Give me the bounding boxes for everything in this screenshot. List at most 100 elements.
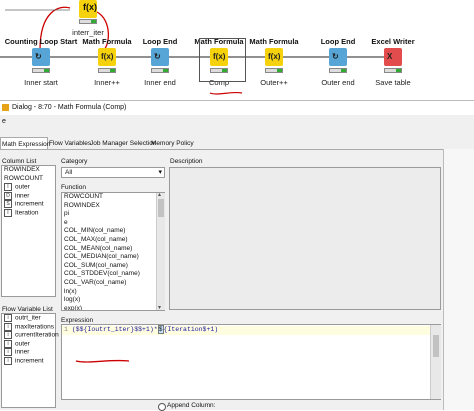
tab-label: Math Expression [2,141,51,148]
list-item[interactable]: i inner [2,348,55,357]
node-title: Loop End [142,37,178,46]
workflow-canvas[interactable]: f(x) interr_iter Counting Loop Start ↻ Inn… [0,0,474,100]
node-title: Math Formula [82,37,132,46]
math-formula-node-icon[interactable]: f(x) [79,0,97,18]
type-badge-icon: i [4,322,12,331]
node-status-light [265,68,283,73]
list-item[interactable]: Dinner [2,191,55,201]
tab-flow-variables[interactable]: Flow Variables [49,140,91,147]
node-icon[interactable]: f(x) [265,48,283,66]
list-item[interactable]: COL_MEAN(col_name) [62,245,164,254]
node-icon[interactable]: ↻ [151,48,169,66]
scroll-down-icon[interactable]: ▾ [158,304,161,311]
status-ok-dot [341,69,346,72]
dialog-title: Dialog - 8:70 - Math Formula (Comp) [12,104,127,111]
scrollbar-thumb[interactable] [433,335,439,357]
function-list[interactable]: ROWCOUNT ROWINDEX pi e COL_MIN(col_name) COL_… [61,192,165,311]
node-label[interactable]: Outer end [321,78,354,87]
expression-text[interactable]: 1 ($${Ioutrt_iter}$$+1)*${Iteration$+1) [64,325,218,334]
description-panel [169,167,441,310]
scrollbar-thumb[interactable] [158,199,164,217]
status-ok-dot [163,69,168,72]
node-status-light [98,68,116,73]
menu-file[interactable]: e [2,118,6,125]
type-badge-icon: I [4,208,12,217]
list-item[interactable]: COL_MAX(col_name) [62,236,164,245]
type-badge-icon: I [4,183,12,192]
list-item[interactable]: Sincrement [2,200,55,209]
type-badge-icon: i [4,339,12,348]
expression-label: Expression [61,317,94,324]
list-item-label: currentIteration [15,331,59,339]
list-item[interactable]: exp(x) [62,305,164,310]
type-badge-icon: i [4,348,12,357]
function-icon: f(x) [268,52,281,61]
node-icon[interactable]: ↻ [329,48,347,66]
column-list[interactable]: ROWINDEX ROWCOUNT Iouter Dinner Sincrement I I… [1,165,56,297]
loop-icon: ↻ [35,52,42,61]
expression-editor[interactable]: 1 ($${Ioutrt_iter}$$+1)*${Iteration$+1) [61,324,441,400]
status-ok-dot [396,69,401,72]
node-label[interactable]: Inner end [144,78,176,87]
tab-job-manager-selection[interactable]: Job Manager Selection [90,140,157,147]
status-ok-dot [110,69,115,72]
category-select[interactable]: All ▾ [61,167,165,178]
node-title: Excel Writer [371,37,415,46]
list-item[interactable]: i maxIterations [2,322,55,332]
node-label-interr-iter[interactable]: interr_iter [72,28,104,37]
category-label: Category [61,158,88,165]
expression-scrollbar[interactable] [430,325,441,399]
type-badge-icon: D [4,191,12,200]
dialog-title-bar[interactable]: Dialog - 8:70 - Math Formula (Comp) [0,101,474,115]
node-label[interactable]: Inner start [24,78,58,87]
list-item[interactable]: ROWCOUNT [2,175,55,184]
list-item[interactable]: COL_SUM(col_name) [62,262,164,271]
list-item[interactable]: e [62,219,164,228]
loop-icon: ↻ [332,52,339,61]
list-item[interactable]: log(x) [62,296,164,305]
list-item[interactable]: ROWINDEX [62,202,164,211]
node-status-light [384,68,402,73]
function-list-scrollbar[interactable]: ▴ ▾ [156,191,165,311]
node-title: Loop End [320,37,356,46]
line-number: 1 [64,326,72,333]
list-item[interactable]: i outrt_iter [2,314,55,323]
list-item[interactable]: COL_MEDIAN(col_name) [62,253,164,262]
list-item[interactable]: ROWINDEX [2,166,55,175]
flow-variable-list[interactable]: i outrt_iter i maxIterations i currentIterati… [1,313,59,408]
list-item-label: outer [15,183,30,191]
chevron-down-icon: ▾ [158,169,162,176]
list-item[interactable]: COL_VAR(col_name) [62,279,164,288]
node-label[interactable]: Save table [375,78,410,87]
list-item[interactable]: ROWCOUNT [62,193,164,202]
math-formula-dialog[interactable]: Dialog - 8:70 - Math Formula (Comp) e Ma… [0,100,474,411]
list-item[interactable]: COL_MIN(col_name) [62,227,164,236]
node-icon[interactable]: X [384,48,402,66]
tab-divider [0,149,474,150]
list-item[interactable]: I Iteration [2,208,55,218]
list-item[interactable]: i increment [2,356,55,366]
list-item-label: Iteration [15,209,39,217]
node-status-light [79,19,97,24]
tab-memory-policy[interactable]: Memory Policy [151,140,194,147]
node-selection-frame [199,38,246,82]
expression-part-1: ($${Ioutrt_iter}$$+1)* [71,326,158,333]
status-ok-dot [44,69,49,72]
list-item[interactable]: pi [62,210,164,219]
function-icon: f(x) [83,2,97,12]
scroll-up-icon[interactable]: ▴ [158,191,161,198]
status-ok-dot [277,69,282,72]
list-item[interactable]: i currentIteration [2,331,59,340]
append-column-radio[interactable] [158,403,166,411]
column-list-label: Column List [2,158,37,165]
list-item[interactable]: ln(x) [62,288,164,297]
type-badge-icon: S [4,200,12,209]
list-item[interactable]: i outer [2,339,55,349]
node-icon[interactable]: ↻ [32,48,50,66]
list-item[interactable]: Iouter [2,183,55,192]
node-status-light [32,68,50,73]
node-icon[interactable]: f(x) [98,48,116,66]
list-item[interactable]: COL_STDDEV(col_name) [62,270,164,279]
node-label[interactable]: Outer++ [260,78,288,87]
node-label[interactable]: Inner++ [94,78,120,87]
